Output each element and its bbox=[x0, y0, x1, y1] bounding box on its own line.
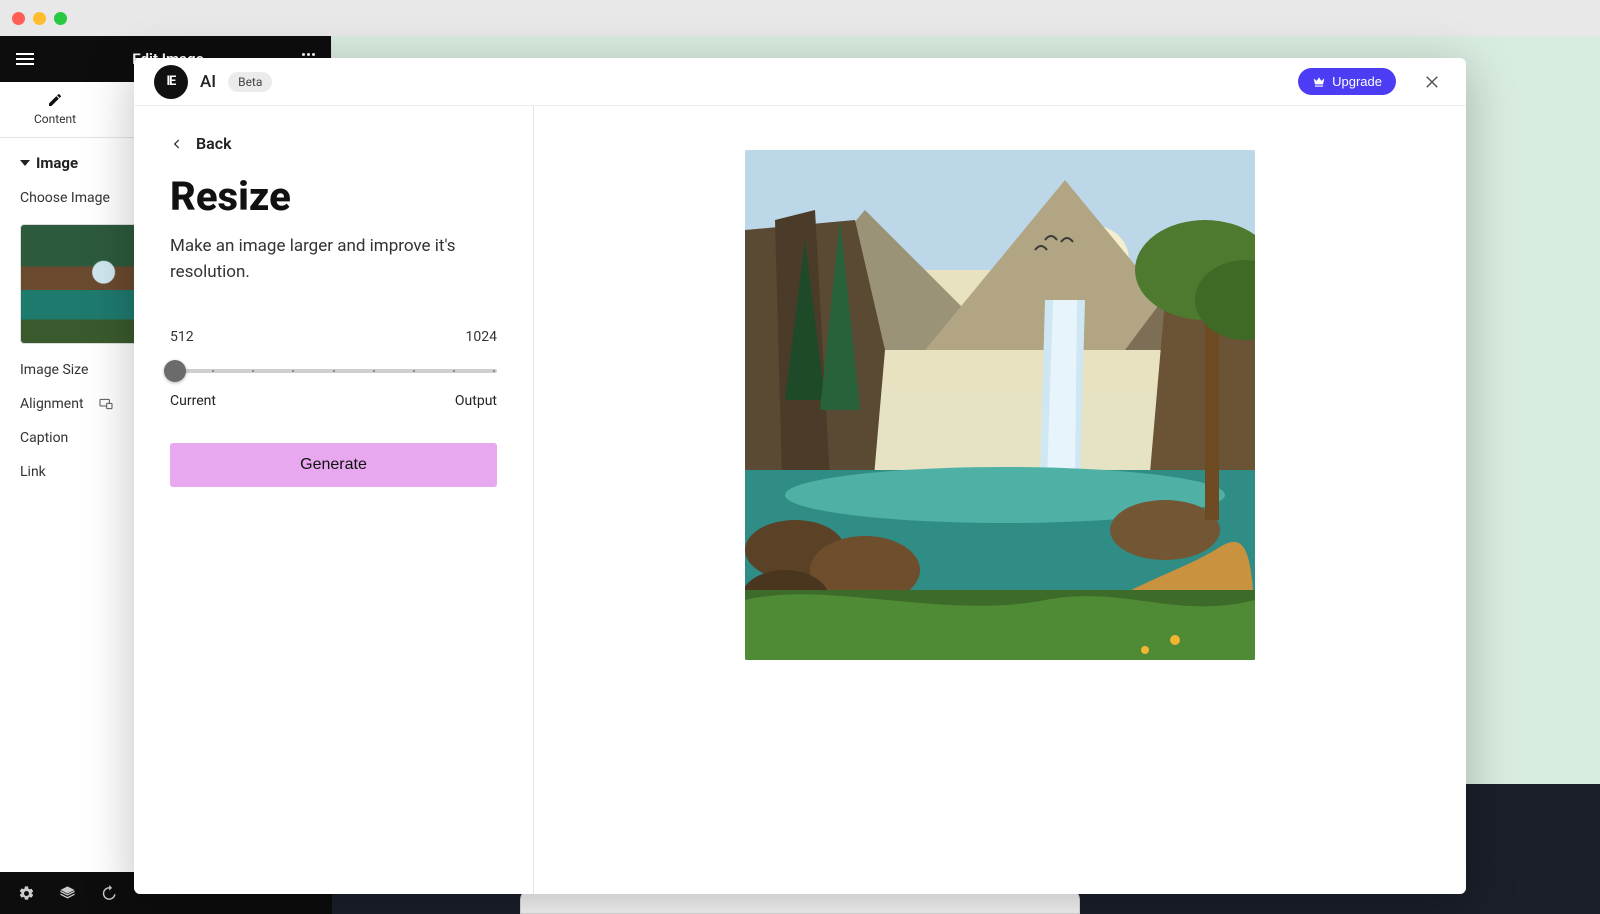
tab-content-label: Content bbox=[34, 112, 76, 126]
slider-labels-bottom: Current Output bbox=[170, 393, 497, 409]
slider-thumb[interactable] bbox=[164, 360, 186, 382]
hamburger-icon[interactable] bbox=[16, 53, 34, 65]
slider-current-label: Current bbox=[170, 393, 216, 409]
resize-description: Make an image larger and improve it's re… bbox=[170, 234, 497, 285]
landscape-illustration bbox=[745, 150, 1255, 660]
slider-max-label: 1024 bbox=[466, 329, 497, 345]
layers-icon[interactable] bbox=[59, 885, 76, 902]
generate-button[interactable]: Generate bbox=[170, 443, 497, 487]
slider-output-label: Output bbox=[455, 393, 497, 409]
ai-modal: lE AI Beta Upgrade Back Resize Make an i… bbox=[134, 58, 1466, 894]
elementor-logo-icon: lE bbox=[154, 65, 188, 99]
ai-title: AI bbox=[200, 72, 216, 92]
ai-modal-header: lE AI Beta Upgrade bbox=[134, 58, 1466, 106]
responsive-icon[interactable] bbox=[98, 396, 114, 412]
resize-heading: Resize bbox=[170, 173, 497, 220]
close-button[interactable] bbox=[1418, 68, 1446, 96]
back-button[interactable]: Back bbox=[170, 134, 497, 153]
section-image-label: Image bbox=[36, 154, 78, 172]
mac-zoom-dot[interactable] bbox=[54, 12, 67, 25]
mac-close-dot[interactable] bbox=[12, 12, 25, 25]
preview-image bbox=[745, 150, 1255, 660]
back-label: Back bbox=[196, 134, 232, 153]
ai-right-panel bbox=[534, 106, 1466, 894]
tab-content[interactable]: Content bbox=[0, 82, 110, 137]
upgrade-label: Upgrade bbox=[1332, 74, 1382, 89]
upgrade-button[interactable]: Upgrade bbox=[1298, 68, 1396, 95]
caret-down-icon bbox=[20, 160, 30, 166]
beta-badge: Beta bbox=[228, 72, 272, 92]
slider-track[interactable] bbox=[170, 359, 497, 383]
alignment-label: Alignment bbox=[20, 396, 84, 412]
pencil-icon bbox=[47, 92, 63, 108]
ai-left-panel: Back Resize Make an image larger and imp… bbox=[134, 106, 534, 894]
chevron-left-icon bbox=[170, 137, 184, 151]
crown-icon bbox=[1312, 75, 1326, 89]
ai-modal-body: Back Resize Make an image larger and imp… bbox=[134, 106, 1466, 894]
resize-slider: 512 1024 Current Output bbox=[170, 329, 497, 409]
image-thumbnail[interactable] bbox=[20, 224, 140, 344]
slider-min-label: 512 bbox=[170, 329, 194, 345]
mac-minimize-dot[interactable] bbox=[33, 12, 46, 25]
history-icon[interactable] bbox=[100, 885, 117, 902]
gear-icon[interactable] bbox=[18, 885, 35, 902]
close-icon bbox=[1423, 73, 1441, 91]
mac-titlebar bbox=[0, 0, 1600, 36]
slider-labels-top: 512 1024 bbox=[170, 329, 497, 345]
